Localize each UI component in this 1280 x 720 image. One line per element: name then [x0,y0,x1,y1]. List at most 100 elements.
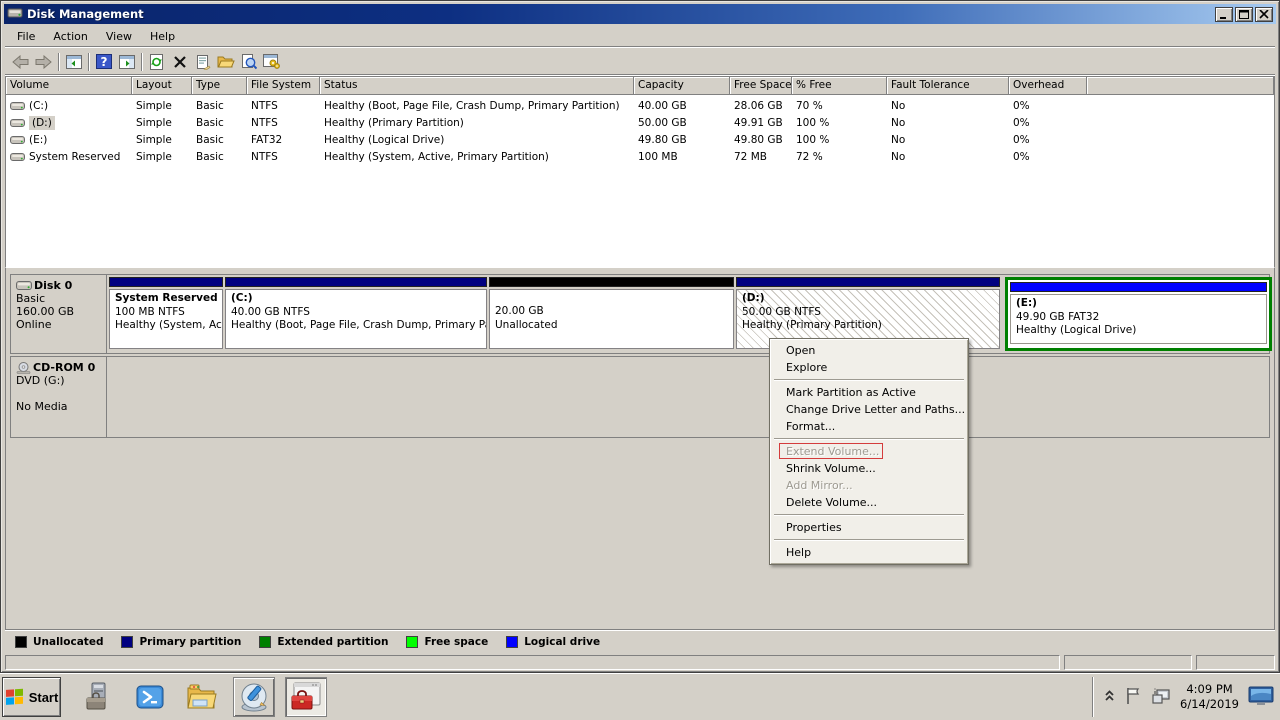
legend-free-space: Free space [406,636,488,648]
menu-item-format[interactable]: Format... [772,418,966,435]
action-center-flag-icon[interactable] [1124,686,1142,709]
volume-row-system-reserved[interactable]: System Reserved Simple Basic NTFS Health… [6,148,1274,165]
file-explorer-icon[interactable] [181,677,223,717]
find-icon[interactable] [237,51,260,73]
col-capacity[interactable]: Capacity [634,77,730,95]
properties-icon[interactable] [191,51,214,73]
show-action-pane-icon[interactable] [115,51,138,73]
clock-time: 4:09 PM [1180,682,1239,697]
disk0-label-panel[interactable]: Disk 0 Basic 160.00 GB Online [11,275,107,353]
svg-text:?: ? [100,55,107,69]
status-panel [5,655,1060,670]
menu-item-properties[interactable]: Properties [772,519,966,536]
maximize-button[interactable] [1235,7,1253,22]
menu-item-extend-volume: Extend Volume... [772,443,966,460]
help-icon[interactable]: ? [92,51,115,73]
col-free-space[interactable]: Free Space [730,77,792,95]
disk0-size: 160.00 GB [16,305,103,318]
refresh-icon[interactable] [145,51,168,73]
legend-unallocated: Unallocated [15,636,103,648]
menu-separator [774,379,964,381]
partition-system-reserved[interactable]: System Reserved 100 MB NTFS Healthy (Sys… [109,277,223,351]
partition-unallocated[interactable]: 20.00 GB Unallocated [489,277,734,351]
close-button[interactable] [1255,7,1273,22]
menu-item-shrink-volume[interactable]: Shrink Volume... [772,460,966,477]
disk-tool-icon[interactable] [233,677,275,717]
partition-c[interactable]: (C:) 40.00 GB NTFS Healthy (Boot, Page F… [225,277,487,351]
network-icon[interactable] [1151,687,1171,708]
volume-icon [10,135,25,145]
unallocated-band [489,277,734,287]
volume-row-c[interactable]: (C:) Simple Basic NTFS Healthy (Boot, Pa… [6,97,1274,114]
forward-icon[interactable] [32,51,55,73]
volume-row-e[interactable]: (E:) Simple Basic FAT32 Healthy (Logical… [6,131,1274,148]
cdrom-status: No Media [16,400,103,413]
menu-item-change-drive-letter[interactable]: Change Drive Letter and Paths... [772,401,966,418]
col-type[interactable]: Type [192,77,247,95]
menu-item-open[interactable]: Open [772,342,966,359]
graphical-view-pane: Disk 0 Basic 160.00 GB Online System Res… [5,268,1275,629]
partition-e-extended[interactable]: (E:) 49.90 GB FAT32 Healthy (Logical Dri… [1005,277,1272,351]
start-button[interactable]: Start [2,677,61,717]
status-panel [1064,655,1192,670]
partition-context-menu: Open Explore Mark Partition as Active Ch… [769,338,969,565]
show-console-tree-icon[interactable] [62,51,85,73]
disk-icon [16,280,32,291]
col-overhead[interactable]: Overhead [1009,77,1087,95]
extended-partition-swatch [259,636,271,648]
col-layout[interactable]: Layout [132,77,192,95]
menu-item-explore[interactable]: Explore [772,359,966,376]
cd-icon [16,362,31,374]
disk0-row: Disk 0 Basic 160.00 GB Online System Res… [10,274,1270,354]
display-tray-icon[interactable] [1248,686,1274,709]
extend-volume-annotation-box [779,443,883,459]
title-bar[interactable]: Disk Management [4,4,1276,24]
taskbar: Start [0,673,1280,720]
window-title: Disk Management [27,7,1215,21]
menu-view[interactable]: View [98,27,140,46]
powershell-icon[interactable] [129,677,171,717]
col-file-system[interactable]: File System [247,77,320,95]
legend-logical-drive: Logical drive [506,636,600,648]
status-panel [1196,655,1275,670]
menu-help[interactable]: Help [142,27,183,46]
menu-item-delete-volume[interactable]: Delete Volume... [772,494,966,511]
desktop: Disk Management File Action View Help ? [0,0,1280,720]
toolbox-app-icon[interactable] [285,677,327,717]
clock[interactable]: 4:09 PM 6/14/2019 [1180,682,1239,712]
menu-item-add-mirror: Add Mirror... [772,477,966,494]
minimize-button[interactable] [1215,7,1233,22]
disk0-status: Online [16,318,103,331]
server-manager-icon[interactable] [77,677,119,717]
toolbar-separator [141,53,142,71]
hidden-icons-chevron-icon[interactable] [1104,689,1115,706]
col-pct-free[interactable]: % Free [792,77,887,95]
cdrom-label-panel[interactable]: CD-ROM 0 DVD (G:) No Media [11,357,107,437]
menu-bar: File Action View Help [5,26,1275,47]
back-icon[interactable] [9,51,32,73]
col-volume[interactable]: Volume [6,77,132,95]
menu-file[interactable]: File [9,27,43,46]
primary-partition-swatch [121,636,133,648]
volume-table-header: Volume Layout Type File System Status Ca… [6,77,1274,95]
volume-row-d-selected[interactable]: (D:) Simple Basic NTFS Healthy (Primary … [6,114,1274,131]
menu-action[interactable]: Action [45,27,95,46]
toolbar: ? [5,49,1275,75]
primary-partition-band [109,277,223,287]
menu-item-mark-partition-active[interactable]: Mark Partition as Active [772,384,966,401]
console-options-icon[interactable] [260,51,283,73]
toolbar-separator [58,53,59,71]
menu-separator [774,514,964,516]
logical-drive-swatch [506,636,518,648]
cdrom-type: DVD (G:) [16,374,103,387]
cdrom-row: CD-ROM 0 DVD (G:) No Media [10,356,1270,438]
clock-date: 6/14/2019 [1180,697,1239,712]
volume-icon [10,152,25,162]
delete-icon[interactable] [168,51,191,73]
col-status[interactable]: Status [320,77,634,95]
status-bar [5,653,1275,671]
open-folder-icon[interactable] [214,51,237,73]
menu-item-help[interactable]: Help [772,544,966,561]
col-fault-tolerance[interactable]: Fault Tolerance [887,77,1009,95]
volume-icon [10,118,25,128]
